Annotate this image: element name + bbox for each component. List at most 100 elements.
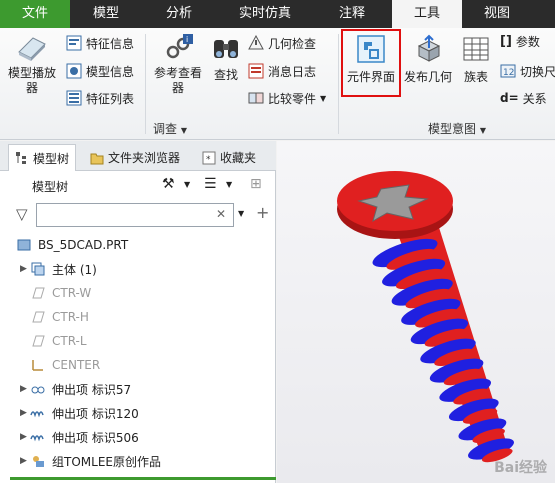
tree-item-label: CENTER bbox=[52, 358, 101, 372]
tab-model[interactable]: 模型 bbox=[70, 0, 142, 28]
reference-viewer-button[interactable]: i 参考查看器 bbox=[150, 34, 206, 96]
compare-parts-button[interactable]: 比较零件 ▼ bbox=[248, 87, 326, 109]
search-input[interactable] bbox=[36, 203, 234, 227]
expand-arrow-icon[interactable]: ▶ bbox=[20, 432, 30, 442]
expand-arrow-icon[interactable]: ▶ bbox=[20, 264, 30, 274]
tree-item[interactable]: CTR-L bbox=[0, 329, 276, 353]
find-button[interactable]: 查找 bbox=[208, 34, 244, 83]
tree-item[interactable]: ▶ 组TOMLEE原创作品 bbox=[0, 449, 276, 473]
highlight-box bbox=[341, 29, 401, 97]
show-columns-icon[interactable]: ☰ bbox=[204, 176, 217, 192]
model-tree-panel: 模型树 文件夹浏览器 * 收藏夹 模型树 ⚒ ▼ ☰ ▼ ⊞ ▽ ✕ ▼ + B… bbox=[0, 141, 276, 483]
publish-geometry-button[interactable]: 发布几何 bbox=[403, 34, 453, 85]
screw-model[interactable] bbox=[277, 141, 555, 483]
body-icon bbox=[31, 262, 45, 276]
tree-item[interactable]: ▶ 主体 (1) bbox=[0, 257, 276, 281]
ribbon-tab-bar: 文件 模型 分析 实时仿真 注释 工具 视图 bbox=[0, 0, 555, 28]
feature-list-label: 特征列表 bbox=[86, 91, 135, 106]
family-table-button[interactable]: 族表 bbox=[458, 34, 494, 85]
model-info-button[interactable]: 模型信息 bbox=[66, 60, 134, 82]
message-log-icon bbox=[248, 63, 264, 79]
tab-file[interactable]: 文件 bbox=[0, 0, 70, 28]
svg-text:12: 12 bbox=[503, 68, 514, 78]
tree-item-label: CTR-H bbox=[52, 310, 89, 324]
tree-item[interactable]: CENTER bbox=[0, 353, 276, 377]
tree-item[interactable]: CTR-H bbox=[0, 305, 276, 329]
parameters-label: 参数 bbox=[515, 34, 540, 49]
parameters-button[interactable]: [] 参数 bbox=[500, 30, 540, 52]
find-label: 查找 bbox=[213, 68, 238, 82]
funnel-icon[interactable]: ▽ bbox=[16, 205, 28, 223]
tree-title: 模型树 bbox=[32, 180, 69, 194]
coordinate-system-icon bbox=[32, 360, 43, 371]
datum-plane-icon bbox=[32, 287, 45, 299]
tree-filter-icon[interactable]: ⊞ bbox=[250, 176, 262, 192]
tab-tools[interactable]: 工具 bbox=[392, 0, 462, 28]
svg-text:*: * bbox=[206, 155, 211, 165]
group-model-intent[interactable]: 模型意图 ▼ bbox=[428, 120, 486, 137]
chevron-down-icon[interactable]: ▼ bbox=[238, 209, 244, 218]
datum-plane-icon bbox=[32, 311, 45, 323]
chain-link-icon: i bbox=[166, 34, 193, 59]
tree-item[interactable]: ▶ 伸出项 标识57 bbox=[0, 377, 276, 401]
tab-analysis[interactable]: 分析 bbox=[142, 0, 216, 28]
expand-arrow-icon[interactable]: ▶ bbox=[20, 408, 30, 418]
chevron-down-icon[interactable]: ▼ bbox=[320, 94, 326, 103]
tab-view[interactable]: 视图 bbox=[462, 0, 532, 28]
group-icon bbox=[33, 456, 44, 467]
tab-favorites-label: 收藏夹 bbox=[220, 151, 257, 165]
tab-model-tree[interactable]: 模型树 bbox=[8, 144, 77, 171]
tree-item[interactable]: ▶ 伸出项 标识506 bbox=[0, 425, 276, 449]
chevron-down-icon: ▼ bbox=[180, 126, 187, 135]
tree-item-label: 伸出项 标识506 bbox=[52, 430, 139, 445]
model-player-button[interactable]: 模型播放器 bbox=[6, 34, 58, 96]
datum-plane-icon bbox=[32, 335, 45, 347]
family-table-label: 族表 bbox=[463, 70, 488, 84]
tab-folder-browser[interactable]: 文件夹浏览器 bbox=[84, 144, 186, 171]
tree-item-label: 伸出项 标识120 bbox=[52, 406, 139, 421]
publish-geometry-label: 发布几何 bbox=[403, 70, 452, 84]
search-row: ▽ ✕ ▼ + bbox=[0, 201, 276, 229]
tree-item[interactable]: ▶ 伸出项 标识120 bbox=[0, 401, 276, 425]
tree-item[interactable]: BS_5DCAD.PRT bbox=[0, 233, 276, 257]
geometry-check-label: 几何检查 bbox=[268, 36, 317, 51]
expand-arrow-icon[interactable]: ▶ bbox=[20, 456, 30, 466]
tab-annotate[interactable]: 注释 bbox=[314, 0, 390, 28]
graphics-viewport[interactable]: Bai经验 bbox=[277, 141, 555, 483]
geometry-check-button[interactable]: 几何检查 bbox=[248, 32, 316, 54]
expand-arrow-icon[interactable]: ▶ bbox=[20, 384, 30, 394]
relations-button[interactable]: d= 关系 bbox=[500, 87, 547, 109]
tree-item-label: CTR-L bbox=[52, 334, 87, 348]
group-investigate[interactable]: 调查 ▼ bbox=[153, 120, 187, 137]
tree-item-label: 组TOMLEE原创作品 bbox=[52, 454, 161, 469]
chevron-down-icon[interactable]: ▼ bbox=[184, 180, 190, 189]
message-log-button[interactable]: 消息日志 bbox=[248, 60, 316, 82]
relations-icon: d= bbox=[500, 91, 519, 105]
compare-parts-label: 比较零件 bbox=[268, 91, 317, 106]
message-log-label: 消息日志 bbox=[268, 64, 317, 79]
group-model-intent-label: 模型意图 bbox=[428, 122, 477, 136]
parameters-icon: [] bbox=[500, 33, 512, 49]
part-icon bbox=[17, 239, 31, 251]
chevron-down-icon[interactable]: ▼ bbox=[226, 180, 232, 189]
tree-item[interactable]: CTR-W bbox=[0, 281, 276, 305]
clear-icon[interactable]: ✕ bbox=[216, 207, 226, 221]
tab-favorites[interactable]: * 收藏夹 bbox=[196, 144, 262, 171]
tab-realtime-simulation[interactable]: 实时仿真 bbox=[216, 0, 314, 28]
feature-info-button[interactable]: 特征信息 bbox=[66, 32, 134, 54]
add-icon[interactable]: + bbox=[256, 203, 269, 222]
reference-viewer-label: 参考查看器 bbox=[153, 66, 202, 95]
feature-list-button[interactable]: 特征列表 bbox=[66, 87, 134, 109]
protrusion-icon bbox=[31, 386, 45, 394]
publish-geometry-icon bbox=[417, 34, 441, 62]
feature-list-icon bbox=[66, 90, 82, 106]
switch-dimensions-button[interactable]: 12 切换尺 bbox=[500, 60, 555, 82]
tree-settings-icon[interactable]: ⚒ bbox=[162, 176, 175, 192]
geometry-check-icon bbox=[248, 35, 264, 50]
model-player-label: 模型播放器 bbox=[7, 66, 56, 95]
feature-info-icon bbox=[66, 35, 82, 51]
helical-sweep-icon bbox=[30, 411, 44, 418]
model-info-icon bbox=[66, 63, 82, 79]
panel-status-bar bbox=[10, 477, 276, 480]
switch-dimensions-label: 切换尺 bbox=[520, 64, 555, 79]
